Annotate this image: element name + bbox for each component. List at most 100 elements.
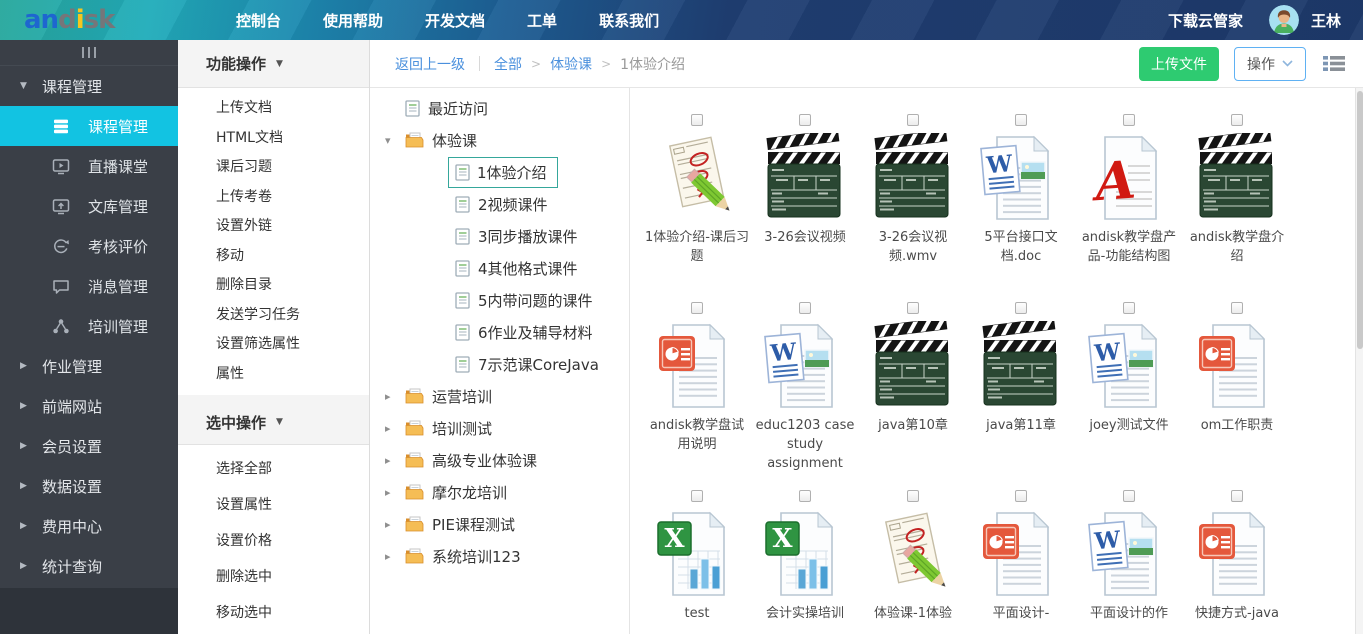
action-dropdown-button[interactable]: 操作 (1234, 47, 1306, 81)
topnav-item-5[interactable]: 联系我们 (599, 10, 659, 31)
file-checkbox[interactable] (907, 114, 919, 126)
list-view-icon[interactable] (1323, 55, 1345, 72)
caret-down-icon[interactable]: ▾ (385, 134, 398, 147)
file-checkbox[interactable] (1231, 302, 1243, 314)
vertical-scrollbar[interactable] (1355, 88, 1363, 634)
file-tile-7[interactable]: Weduc1203 case study assignment (751, 298, 859, 486)
sidebar-group-6[interactable]: ▶统计查询 (0, 546, 178, 586)
sidebar-group-2[interactable]: ▶前端网站 (0, 386, 178, 426)
tree-item-0[interactable]: 最近访问 (370, 92, 629, 124)
file-tile-3[interactable]: W5平台接口文档.doc (967, 110, 1075, 298)
sidebar-group-5[interactable]: ▶费用中心 (0, 506, 178, 546)
caret-right-icon[interactable]: ▸ (385, 390, 398, 403)
sidebar-item-5[interactable]: 培训管理 (0, 306, 178, 346)
topnav-item-2[interactable]: 使用帮助 (323, 10, 383, 31)
file-tile-5[interactable]: andisk教学盘介绍 (1183, 110, 1291, 298)
username[interactable]: 王林 (1311, 10, 1341, 31)
user-avatar[interactable] (1269, 5, 1299, 35)
file-checkbox[interactable] (1123, 302, 1135, 314)
file-tile-6[interactable]: andisk教学盘试用说明 (643, 298, 751, 486)
file-tile-17[interactable]: 快捷方式-java (1183, 486, 1291, 634)
tree-item-11[interactable]: ▸高级专业体验课 (370, 444, 629, 476)
ops-item[interactable]: 设置属性 (178, 487, 369, 523)
ops-item[interactable]: 上传考卷 (178, 183, 369, 213)
ops-item[interactable]: 属性 (178, 360, 369, 390)
breadcrumb-link[interactable]: 全部 (494, 54, 522, 74)
scrollbar-thumb[interactable] (1357, 91, 1363, 349)
ops-item[interactable]: 移动 (178, 242, 369, 272)
tree-item-13[interactable]: ▸PIE课程测试 (370, 508, 629, 540)
tree-item-6[interactable]: 5内带问题的课件 (370, 284, 629, 316)
caret-right-icon[interactable]: ▸ (385, 518, 398, 531)
caret-right-icon[interactable]: ▸ (385, 422, 398, 435)
tree-item-8[interactable]: 7示范课CoreJava (370, 348, 629, 380)
file-checkbox[interactable] (1015, 114, 1027, 126)
tree-item-3[interactable]: 2视频课件 (370, 188, 629, 220)
upload-file-button[interactable]: 上传文件 (1139, 47, 1219, 81)
file-checkbox[interactable] (1015, 490, 1027, 502)
sidebar-item-4[interactable]: 消息管理 (0, 266, 178, 306)
back-up-level-link[interactable]: 返回上一级 (395, 54, 465, 74)
file-tile-8[interactable]: java第10章 (859, 298, 967, 486)
ops-item[interactable]: 课后习题 (178, 153, 369, 183)
file-tile-1[interactable]: 3-26会议视频 (751, 110, 859, 298)
file-tile-15[interactable]: 平面设计- (967, 486, 1075, 634)
file-checkbox[interactable] (691, 302, 703, 314)
tree-item-14[interactable]: ▸系统培训123 (370, 540, 629, 572)
sidebar-item-1[interactable]: 直播课堂 (0, 146, 178, 186)
app-logo[interactable]: andisk (0, 0, 178, 40)
tree-item-5[interactable]: 4其他格式课件 (370, 252, 629, 284)
tree-item-7[interactable]: 6作业及辅导材料 (370, 316, 629, 348)
file-checkbox[interactable] (1231, 114, 1243, 126)
sidebar-collapse-icon[interactable] (0, 40, 178, 66)
caret-right-icon[interactable]: ▸ (385, 454, 398, 467)
file-checkbox[interactable] (1015, 302, 1027, 314)
topnav-item-3[interactable]: 开发文档 (425, 10, 485, 31)
download-cloud-manager-link[interactable]: 下载云管家 (1168, 10, 1243, 31)
file-tile-13[interactable]: X会计实操培训 (751, 486, 859, 634)
file-tile-14[interactable]: 体验课-1体验 (859, 486, 967, 634)
topnav-item-4[interactable]: 工单 (527, 10, 557, 31)
ops-group-header-0[interactable]: 功能操作▼ (178, 40, 369, 88)
sidebar-group-3[interactable]: ▶会员设置 (0, 426, 178, 466)
file-checkbox[interactable] (907, 302, 919, 314)
tree-item-4[interactable]: 3同步播放课件 (370, 220, 629, 252)
sidebar-item-2[interactable]: 文库管理 (0, 186, 178, 226)
tree-item-12[interactable]: ▸摩尔龙培训 (370, 476, 629, 508)
caret-right-icon[interactable]: ▸ (385, 486, 398, 499)
sidebar-item-3[interactable]: 考核评价 (0, 226, 178, 266)
sidebar-item-0[interactable]: 课程管理 (0, 106, 178, 146)
topnav-item-1[interactable]: 控制台 (236, 10, 281, 31)
file-checkbox[interactable] (1231, 490, 1243, 502)
ops-item[interactable]: HTML文档 (178, 124, 369, 154)
ops-item[interactable]: 移动选中 (178, 595, 369, 631)
sidebar-group-1[interactable]: ▶作业管理 (0, 346, 178, 386)
ops-item[interactable]: 删除目录 (178, 271, 369, 301)
ops-item[interactable]: 选择全部 (178, 451, 369, 487)
ops-item[interactable]: 发送学习任务 (178, 301, 369, 331)
file-tile-10[interactable]: Wjoey测试文件 (1075, 298, 1183, 486)
sidebar-group-0[interactable]: ▼课程管理 (0, 66, 178, 106)
file-checkbox[interactable] (907, 490, 919, 502)
file-checkbox[interactable] (1123, 114, 1135, 126)
ops-item[interactable]: 设置外链 (178, 212, 369, 242)
ops-item[interactable]: 删除选中 (178, 559, 369, 595)
file-tile-4[interactable]: Aandisk教学盘产品-功能结构图 (1075, 110, 1183, 298)
tree-item-10[interactable]: ▸培训测试 (370, 412, 629, 444)
sidebar-group-4[interactable]: ▶数据设置 (0, 466, 178, 506)
file-checkbox[interactable] (1123, 490, 1135, 502)
file-checkbox[interactable] (691, 490, 703, 502)
tree-item-1[interactable]: ▾体验课 (370, 124, 629, 156)
breadcrumb-link[interactable]: 体验课 (550, 54, 592, 74)
file-checkbox[interactable] (799, 490, 811, 502)
ops-group-header-1[interactable]: 选中操作▼ (178, 400, 369, 445)
caret-right-icon[interactable]: ▸ (385, 550, 398, 563)
tree-item-2[interactable]: 1体验介绍 (370, 156, 629, 188)
file-tile-0[interactable]: 1体验介绍-课后习题 (643, 110, 751, 298)
file-checkbox[interactable] (799, 302, 811, 314)
ops-item[interactable]: 设置价格 (178, 523, 369, 559)
file-checkbox[interactable] (691, 114, 703, 126)
file-tile-16[interactable]: W平面设计的作 (1075, 486, 1183, 634)
file-checkbox[interactable] (799, 114, 811, 126)
file-tile-12[interactable]: Xtest (643, 486, 751, 634)
